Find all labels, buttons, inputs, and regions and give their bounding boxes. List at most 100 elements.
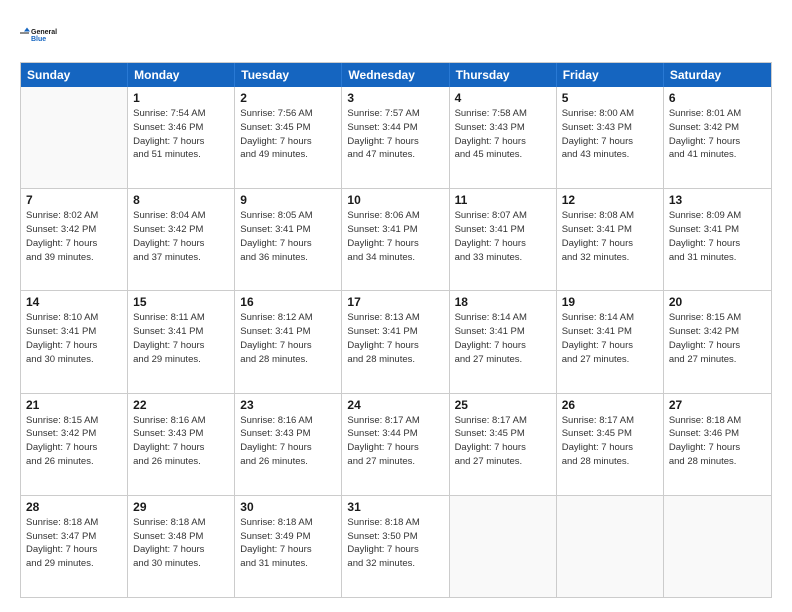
day-number-23: 23: [240, 398, 336, 412]
day-number-24: 24: [347, 398, 443, 412]
empty-cell-0-0: [21, 87, 128, 188]
empty-cell-4-5: [557, 496, 664, 597]
day-number-17: 17: [347, 295, 443, 309]
day-info-18: Sunrise: 8:14 AM Sunset: 3:41 PM Dayligh…: [455, 311, 551, 366]
empty-cell-4-4: [450, 496, 557, 597]
day-number-2: 2: [240, 91, 336, 105]
day-number-26: 26: [562, 398, 658, 412]
day-30: 30 Sunrise: 8:18 AM Sunset: 3:49 PM Dayli…: [235, 496, 342, 597]
week-3: 14Sunrise: 8:10 AM Sunset: 3:41 PM Dayli…: [21, 291, 771, 393]
day-info-1: Sunrise: 7:54 AM Sunset: 3:46 PM Dayligh…: [133, 107, 229, 162]
day-info-4: Sunrise: 7:58 AM Sunset: 3:43 PM Dayligh…: [455, 107, 551, 162]
day-info-7: Sunrise: 8:02 AM Sunset: 3:42 PM Dayligh…: [26, 209, 122, 264]
day-number-25: 25: [455, 398, 551, 412]
day-number-5: 5: [562, 91, 658, 105]
day-19: 19Sunrise: 8:14 AM Sunset: 3:41 PM Dayli…: [557, 291, 664, 392]
day-number-30: 30: [240, 500, 336, 514]
day-info-20: Sunrise: 8:15 AM Sunset: 3:42 PM Dayligh…: [669, 311, 766, 366]
day-21: 21 Sunrise: 8:15 AM Sunset: 3:42 PM Dayli…: [21, 394, 128, 495]
day-17: 17 Sunrise: 8:13 AM Sunset: 3:41 PM Dayli…: [342, 291, 449, 392]
svg-text:Blue: Blue: [31, 36, 46, 43]
day-10: 10 Sunrise: 8:06 AM Sunset: 3:41 PM Dayli…: [342, 189, 449, 290]
day-25: 25 Sunrise: 8:17 AM Sunset: 3:45 PM Dayli…: [450, 394, 557, 495]
calendar-body: 1 Sunrise: 7:54 AM Sunset: 3:46 PM Daylig…: [21, 87, 771, 597]
day-number-27: 27: [669, 398, 766, 412]
day-9: 9 Sunrise: 8:05 AM Sunset: 3:41 PM Daylig…: [235, 189, 342, 290]
day-info-27: Sunrise: 8:18 AM Sunset: 3:46 PM Dayligh…: [669, 414, 766, 469]
day-3: 3Sunrise: 7:57 AM Sunset: 3:44 PM Daylig…: [342, 87, 449, 188]
day-15: 15 Sunrise: 8:11 AM Sunset: 3:41 PM Dayli…: [128, 291, 235, 392]
day-number-29: 29: [133, 500, 229, 514]
day-info-9: Sunrise: 8:05 AM Sunset: 3:41 PM Dayligh…: [240, 209, 336, 264]
day-13: 13 Sunrise: 8:09 AM Sunset: 3:41 PM Dayli…: [664, 189, 771, 290]
day-info-28: Sunrise: 8:18 AM Sunset: 3:47 PM Dayligh…: [26, 516, 122, 571]
header-thursday: Thursday: [450, 63, 557, 87]
day-number-8: 8: [133, 193, 229, 207]
day-22: 22 Sunrise: 8:16 AM Sunset: 3:43 PM Dayli…: [128, 394, 235, 495]
week-2: 7Sunrise: 8:02 AM Sunset: 3:42 PM Daylig…: [21, 189, 771, 291]
day-number-6: 6: [669, 91, 766, 105]
empty-cell-4-6: [664, 496, 771, 597]
header-wednesday: Wednesday: [342, 63, 449, 87]
day-number-21: 21: [26, 398, 122, 412]
day-number-13: 13: [669, 193, 766, 207]
day-31: 31Sunrise: 8:18 AM Sunset: 3:50 PM Dayli…: [342, 496, 449, 597]
day-28: 28 Sunrise: 8:18 AM Sunset: 3:47 PM Dayli…: [21, 496, 128, 597]
day-info-30: Sunrise: 8:18 AM Sunset: 3:49 PM Dayligh…: [240, 516, 336, 571]
day-info-26: Sunrise: 8:17 AM Sunset: 3:45 PM Dayligh…: [562, 414, 658, 469]
day-info-31: Sunrise: 8:18 AM Sunset: 3:50 PM Dayligh…: [347, 516, 443, 571]
svg-text:General: General: [31, 29, 57, 36]
day-4: 4Sunrise: 7:58 AM Sunset: 3:43 PM Daylig…: [450, 87, 557, 188]
day-8: 8 Sunrise: 8:04 AM Sunset: 3:42 PM Daylig…: [128, 189, 235, 290]
calendar-header-row: SundayMondayTuesdayWednesdayThursdayFrid…: [21, 63, 771, 87]
day-info-22: Sunrise: 8:16 AM Sunset: 3:43 PM Dayligh…: [133, 414, 229, 469]
logo: General Blue: [20, 18, 60, 52]
day-info-24: Sunrise: 8:17 AM Sunset: 3:44 PM Dayligh…: [347, 414, 443, 469]
day-info-12: Sunrise: 8:08 AM Sunset: 3:41 PM Dayligh…: [562, 209, 658, 264]
header-tuesday: Tuesday: [235, 63, 342, 87]
day-27: 27 Sunrise: 8:18 AM Sunset: 3:46 PM Dayli…: [664, 394, 771, 495]
day-info-6: Sunrise: 8:01 AM Sunset: 3:42 PM Dayligh…: [669, 107, 766, 162]
day-info-11: Sunrise: 8:07 AM Sunset: 3:41 PM Dayligh…: [455, 209, 551, 264]
day-info-3: Sunrise: 7:57 AM Sunset: 3:44 PM Dayligh…: [347, 107, 443, 162]
day-number-16: 16: [240, 295, 336, 309]
day-29: 29 Sunrise: 8:18 AM Sunset: 3:48 PM Dayli…: [128, 496, 235, 597]
day-number-14: 14: [26, 295, 122, 309]
page: General Blue SundayMondayTuesdayWednesda…: [0, 0, 792, 612]
day-7: 7Sunrise: 8:02 AM Sunset: 3:42 PM Daylig…: [21, 189, 128, 290]
day-number-15: 15: [133, 295, 229, 309]
day-info-17: Sunrise: 8:13 AM Sunset: 3:41 PM Dayligh…: [347, 311, 443, 366]
day-info-25: Sunrise: 8:17 AM Sunset: 3:45 PM Dayligh…: [455, 414, 551, 469]
day-number-10: 10: [347, 193, 443, 207]
week-4: 21 Sunrise: 8:15 AM Sunset: 3:42 PM Dayli…: [21, 394, 771, 496]
calendar: SundayMondayTuesdayWednesdayThursdayFrid…: [20, 62, 772, 598]
day-1: 1 Sunrise: 7:54 AM Sunset: 3:46 PM Daylig…: [128, 87, 235, 188]
day-12: 12 Sunrise: 8:08 AM Sunset: 3:41 PM Dayli…: [557, 189, 664, 290]
day-20: 20Sunrise: 8:15 AM Sunset: 3:42 PM Dayli…: [664, 291, 771, 392]
day-18: 18 Sunrise: 8:14 AM Sunset: 3:41 PM Dayli…: [450, 291, 557, 392]
header-sunday: Sunday: [21, 63, 128, 87]
week-5: 28 Sunrise: 8:18 AM Sunset: 3:47 PM Dayli…: [21, 496, 771, 597]
day-info-5: Sunrise: 8:00 AM Sunset: 3:43 PM Dayligh…: [562, 107, 658, 162]
day-info-23: Sunrise: 8:16 AM Sunset: 3:43 PM Dayligh…: [240, 414, 336, 469]
day-16: 16Sunrise: 8:12 AM Sunset: 3:41 PM Dayli…: [235, 291, 342, 392]
day-5: 5 Sunrise: 8:00 AM Sunset: 3:43 PM Daylig…: [557, 87, 664, 188]
day-info-21: Sunrise: 8:15 AM Sunset: 3:42 PM Dayligh…: [26, 414, 122, 469]
header: General Blue: [20, 18, 772, 52]
header-monday: Monday: [128, 63, 235, 87]
day-number-12: 12: [562, 193, 658, 207]
day-info-13: Sunrise: 8:09 AM Sunset: 3:41 PM Dayligh…: [669, 209, 766, 264]
day-number-28: 28: [26, 500, 122, 514]
day-number-9: 9: [240, 193, 336, 207]
logo-svg: General Blue: [20, 18, 60, 52]
day-info-29: Sunrise: 8:18 AM Sunset: 3:48 PM Dayligh…: [133, 516, 229, 571]
day-info-2: Sunrise: 7:56 AM Sunset: 3:45 PM Dayligh…: [240, 107, 336, 162]
day-14: 14Sunrise: 8:10 AM Sunset: 3:41 PM Dayli…: [21, 291, 128, 392]
day-info-8: Sunrise: 8:04 AM Sunset: 3:42 PM Dayligh…: [133, 209, 229, 264]
day-number-18: 18: [455, 295, 551, 309]
day-info-10: Sunrise: 8:06 AM Sunset: 3:41 PM Dayligh…: [347, 209, 443, 264]
day-info-15: Sunrise: 8:11 AM Sunset: 3:41 PM Dayligh…: [133, 311, 229, 366]
day-number-22: 22: [133, 398, 229, 412]
day-number-1: 1: [133, 91, 229, 105]
day-2: 2 Sunrise: 7:56 AM Sunset: 3:45 PM Daylig…: [235, 87, 342, 188]
